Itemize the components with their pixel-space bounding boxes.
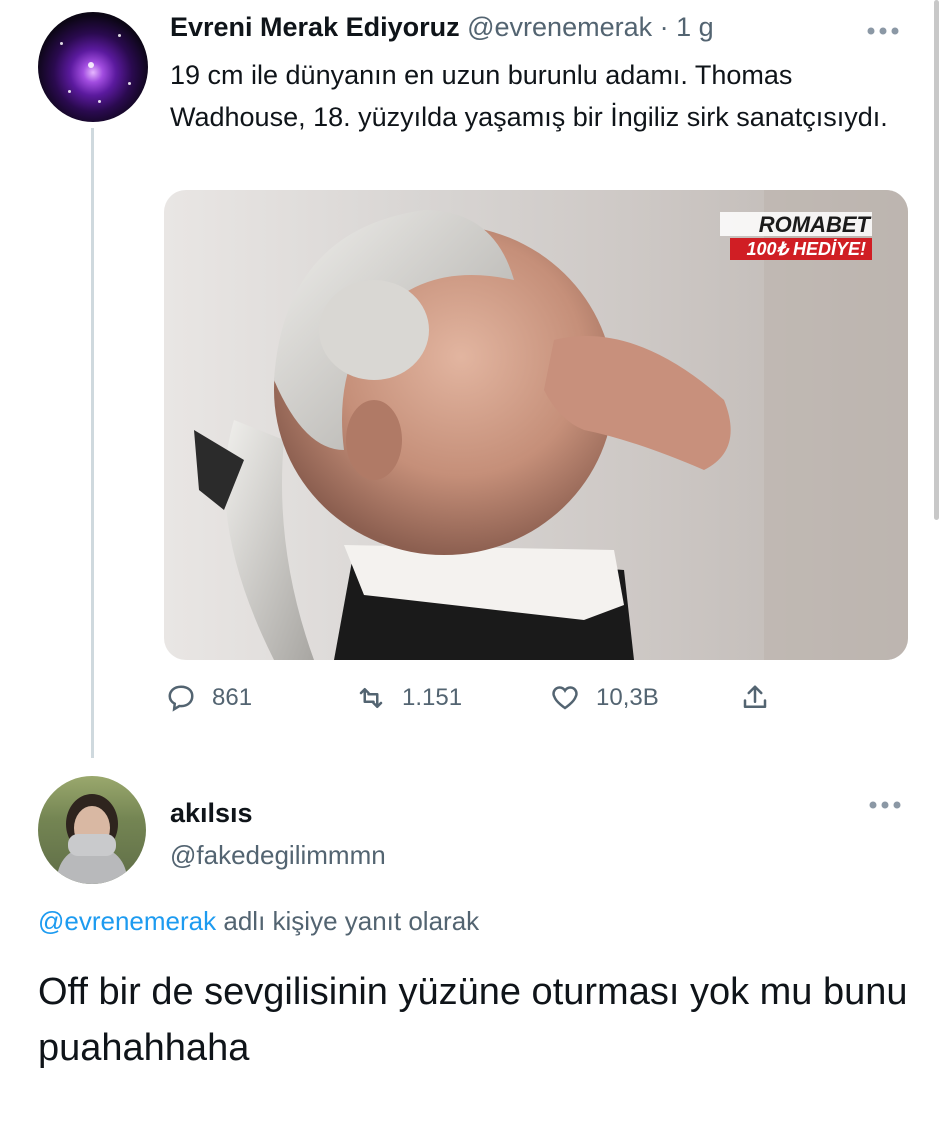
tweet-time[interactable]: 1 g: [676, 12, 714, 42]
replying-to-line: @evrenemerak adlı kişiye yanıt olarak: [38, 906, 479, 937]
replying-to-suffix: adlı kişiye yanıt olarak: [223, 906, 480, 936]
retweet-icon: [359, 688, 383, 708]
reply-avatar-photo: [56, 794, 128, 884]
reply-text: Off bir de sevgilisinin yüzüne oturması …: [38, 971, 908, 1069]
retweet-count: 1.151: [402, 684, 463, 711]
tweet-media-image[interactable]: ROMABET 100₺ HEDİYE!: [164, 190, 908, 660]
author-avatar[interactable]: [38, 12, 148, 122]
share-action[interactable]: [740, 678, 786, 718]
more-horizontal-icon[interactable]: [866, 14, 900, 45]
reply-count: 861: [212, 684, 253, 711]
reply-action[interactable]: 861: [166, 678, 252, 718]
reply-author-avatar[interactable]: [38, 776, 146, 884]
watermark-tag: 100₺ HEDİYE!: [747, 239, 867, 259]
comment-icon: [168, 685, 194, 712]
reply-more-horizontal-icon[interactable]: [868, 798, 902, 817]
wax-figure-photo: ROMABET 100₺ HEDİYE!: [194, 190, 908, 660]
retweet-action[interactable]: 1.151: [356, 678, 462, 718]
reply-author-handle[interactable]: @fakedegilimmmn: [170, 840, 386, 871]
scrollbar[interactable]: [934, 0, 939, 520]
author-name[interactable]: Evreni Merak Ediyoruz: [170, 12, 460, 42]
share-icon: [743, 685, 767, 708]
replying-to-handle-link[interactable]: @evrenemerak: [38, 906, 216, 936]
tweet-header: Evreni Merak Ediyoruz @evrenemerak · 1 g: [170, 12, 714, 43]
like-action[interactable]: 10,3B: [550, 678, 659, 718]
author-handle[interactable]: @evrenemerak: [467, 12, 652, 42]
reply-author-name[interactable]: akılsıs: [170, 798, 253, 829]
separator-dot: ·: [659, 12, 669, 42]
heart-icon: [552, 686, 578, 710]
watermark-brand: ROMABET: [759, 212, 872, 237]
like-count: 10,3B: [596, 684, 659, 711]
tweet-text: 19 cm ile dünyanın en uzun burunlu adamı…: [170, 60, 888, 132]
thread-line: [91, 128, 94, 758]
